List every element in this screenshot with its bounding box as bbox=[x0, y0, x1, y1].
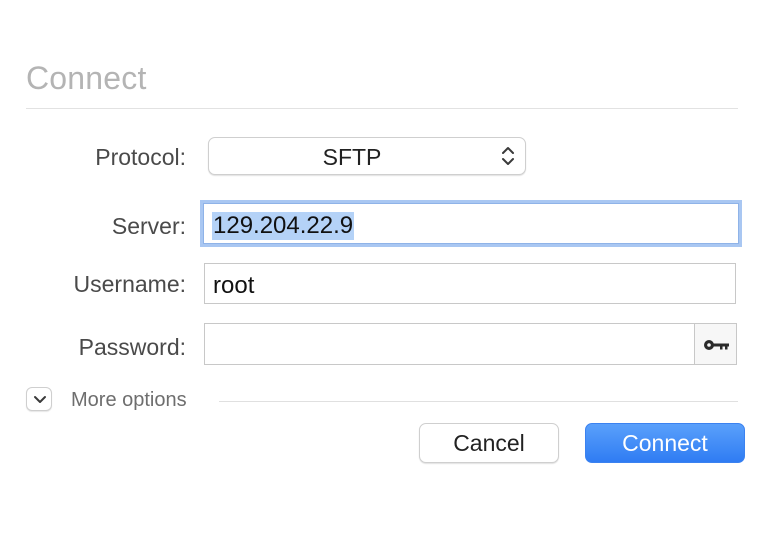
more-options-divider bbox=[219, 401, 738, 402]
connect-button[interactable]: Connect bbox=[585, 423, 745, 463]
server-input[interactable]: 129.204.22.9 bbox=[203, 203, 739, 244]
more-options-toggle[interactable] bbox=[26, 387, 52, 411]
up-down-chevron-icon bbox=[502, 147, 514, 165]
cancel-button[interactable]: Cancel bbox=[419, 423, 559, 463]
username-label: Username: bbox=[73, 271, 186, 297]
dialog-title: Connect bbox=[26, 60, 147, 96]
protocol-select[interactable]: SFTP bbox=[208, 137, 526, 175]
key-icon bbox=[704, 340, 729, 350]
password-input[interactable] bbox=[204, 323, 695, 365]
password-label: Password: bbox=[78, 334, 186, 360]
username-value: root bbox=[213, 272, 255, 299]
server-value: 129.204.22.9 bbox=[212, 212, 355, 240]
username-input[interactable]: root bbox=[204, 263, 736, 304]
more-options-label[interactable]: More options bbox=[71, 389, 187, 412]
server-label: Server: bbox=[111, 213, 186, 239]
protocol-value: SFTP bbox=[322, 144, 382, 170]
connect-dialog: Connect Protocol: SFTP Server: 129.204.2… bbox=[0, 0, 782, 554]
chevron-down-icon bbox=[34, 396, 46, 403]
protocol-label: Protocol: bbox=[95, 144, 186, 170]
title-divider bbox=[26, 108, 738, 109]
keychain-button[interactable] bbox=[694, 323, 737, 365]
